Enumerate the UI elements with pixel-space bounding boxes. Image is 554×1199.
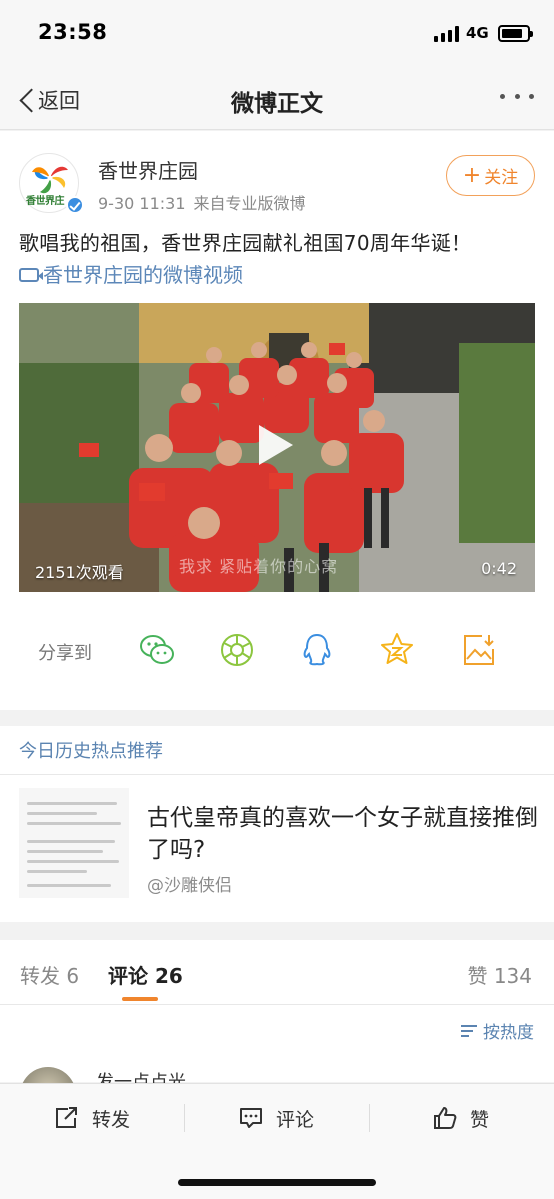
share-label: 分享到	[38, 643, 92, 664]
status-time: 23:58	[38, 20, 108, 44]
divider	[0, 1004, 554, 1005]
hot-section-title: 今日历史热点推荐	[19, 741, 163, 762]
qq-icon[interactable]	[298, 631, 336, 669]
share-arrow-icon	[56, 1107, 77, 1128]
back-button[interactable]: 返回	[16, 82, 80, 118]
repost-button[interactable]: 转发	[54, 1104, 130, 1132]
verified-icon	[66, 196, 84, 214]
battery-level	[502, 29, 522, 38]
signal-icon	[434, 26, 460, 42]
qzone-icon[interactable]	[378, 631, 416, 669]
hot-headline[interactable]: 古代皇帝真的喜欢一个女子就直接推倒了吗?	[147, 802, 539, 866]
comment-label: 评论	[276, 1108, 315, 1131]
wechat-icon[interactable]	[138, 631, 176, 669]
follow-label: 关注	[484, 168, 519, 188]
video-link-label: 香世界庄园的微博视频	[43, 263, 243, 287]
hot-author[interactable]: @沙雕侠侣	[147, 871, 232, 896]
divider	[0, 774, 554, 775]
comment-icon	[240, 1108, 262, 1128]
sort-label: 按热度	[483, 1023, 534, 1043]
post-timestamp: 9-30 11:31	[98, 194, 186, 213]
avatar[interactable]: 香世界庄	[19, 153, 84, 214]
like-button[interactable]: 赞	[432, 1104, 489, 1132]
post-card: 香世界庄 香世界庄园 9-30 11:31 来自专业版微博 + 关注 歌唱我的祖国…	[0, 131, 554, 710]
avatar-text: 香世界庄	[26, 196, 65, 207]
post-meta: 9-30 11:31 来自专业版微博	[98, 190, 306, 214]
follow-button[interactable]: + 关注	[446, 155, 535, 196]
video-subtitle: 我求 紧贴着你的心窝	[179, 557, 339, 576]
tab-active-indicator	[122, 997, 158, 1001]
play-icon[interactable]	[259, 425, 293, 465]
hot-thumbnail[interactable]	[19, 788, 129, 898]
chevron-left-icon	[16, 85, 36, 115]
like-label: 赞	[470, 1108, 490, 1131]
divider	[369, 1104, 370, 1132]
thumbs-up-icon	[434, 1107, 457, 1129]
video-duration: 0:42	[481, 559, 517, 578]
plus-icon: +	[462, 162, 482, 188]
status-bar: 23:58 4G	[0, 0, 554, 70]
home-indicator	[178, 1179, 376, 1186]
post-text: 歌唱我的祖国，香世界庄园献礼祖国70周年华诞！	[19, 231, 472, 255]
screen: 23:58 4G 返回 微博正文 香世界庄 香世界庄园 9-30 11:31 来…	[0, 0, 554, 1199]
divider	[184, 1104, 185, 1132]
tab-repost[interactable]: 转发 6	[20, 960, 79, 989]
save-image-icon[interactable]	[460, 631, 498, 669]
video-camera-icon	[19, 267, 43, 282]
repost-label: 转发	[92, 1108, 131, 1131]
hot-recommend-card: 今日历史热点推荐 古代皇帝真的喜欢一个女子就直接推倒了吗? @沙雕侠侣	[0, 726, 554, 922]
back-label: 返回	[38, 89, 80, 113]
tab-like[interactable]: 赞 134	[467, 960, 532, 989]
network-type: 4G	[466, 24, 489, 42]
post-source: 来自专业版微博	[193, 194, 306, 213]
video-player[interactable]: 我求 紧贴着你的心窝 2151次观看 0:42	[19, 303, 535, 592]
video-link[interactable]: 香世界庄园的微博视频	[19, 259, 243, 288]
tab-comment[interactable]: 评论 26	[108, 960, 183, 989]
page-title: 微博正文	[231, 91, 323, 117]
sort-icon	[461, 1024, 477, 1038]
interaction-tabs: 转发 6 评论 26 赞 134 按热度 发一点点光	[0, 940, 554, 1123]
comment-button[interactable]: 评论	[238, 1104, 314, 1132]
video-views: 2151次观看	[35, 563, 124, 582]
more-icon[interactable]	[500, 94, 534, 104]
moments-icon[interactable]	[218, 631, 256, 669]
share-row: 分享到	[0, 627, 554, 677]
battery-icon	[498, 25, 533, 42]
nav-bar: 返回 微博正文	[0, 70, 554, 130]
author-name[interactable]: 香世界庄园	[98, 155, 198, 184]
sort-button[interactable]: 按热度	[461, 1018, 534, 1043]
